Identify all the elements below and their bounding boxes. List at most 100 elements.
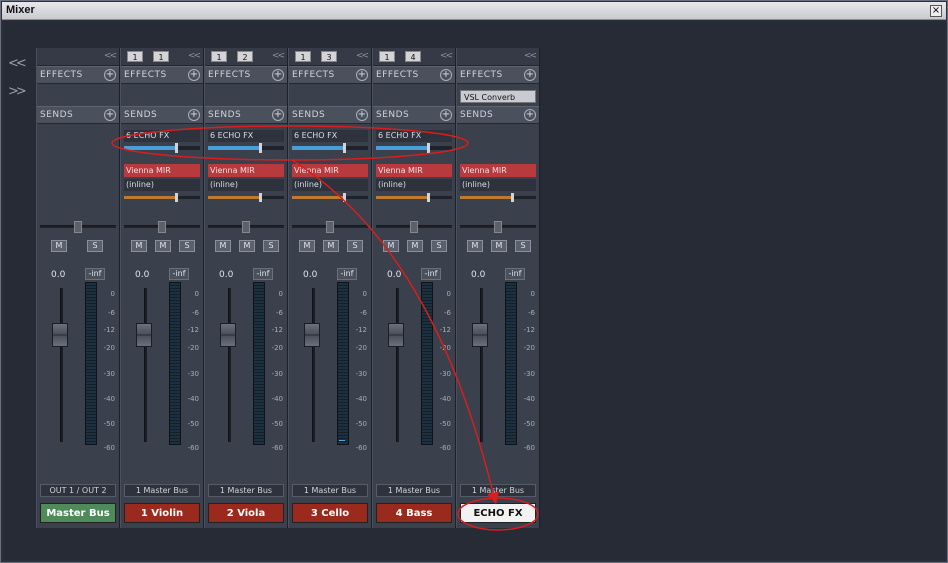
peak-value[interactable]: -inf: [421, 268, 441, 280]
send-name[interactable]: 6 ECHO FX: [376, 130, 452, 142]
scroll-left-icon[interactable]: <<: [8, 56, 30, 84]
collapse-icon[interactable]: <<: [524, 51, 537, 61]
mute-button-alt[interactable]: M: [239, 240, 255, 252]
add-effect-icon[interactable]: +: [524, 69, 536, 81]
insert-mode[interactable]: (inline): [460, 179, 536, 191]
channel-name[interactable]: 2 Viola: [208, 503, 284, 523]
volume-fader[interactable]: [388, 323, 404, 347]
collapse-icon[interactable]: <<: [188, 51, 201, 61]
volume-fader[interactable]: [304, 323, 320, 347]
insert-mode[interactable]: (inline): [376, 179, 452, 191]
collapse-icon[interactable]: <<: [104, 51, 117, 61]
solo-button[interactable]: S: [515, 240, 531, 252]
add-effect-icon[interactable]: +: [440, 69, 452, 81]
scroll-right-icon[interactable]: >>: [8, 84, 30, 112]
peak-value[interactable]: -inf: [169, 268, 189, 280]
peak-value[interactable]: -inf: [253, 268, 273, 280]
channel-name[interactable]: 4 Bass: [376, 503, 452, 523]
volume-fader-track[interactable]: [396, 288, 399, 442]
mute-button-alt[interactable]: M: [491, 240, 507, 252]
insert-mode[interactable]: (inline): [208, 179, 284, 191]
io-selector[interactable]: 1: [295, 51, 311, 62]
pan-slider[interactable]: [208, 221, 284, 233]
add-effect-icon[interactable]: +: [188, 69, 200, 81]
add-effect-icon[interactable]: +: [104, 69, 116, 81]
add-send-icon[interactable]: +: [272, 109, 284, 121]
peak-value[interactable]: -inf: [85, 268, 105, 280]
pan-slider[interactable]: [460, 221, 536, 233]
send-level-slider[interactable]: [292, 143, 368, 153]
mute-button-alt[interactable]: M: [155, 240, 171, 252]
output-selector[interactable]: 1 Master Bus: [460, 484, 536, 497]
collapse-icon[interactable]: <<: [440, 51, 453, 61]
solo-button[interactable]: S: [179, 240, 195, 252]
mute-button[interactable]: M: [131, 240, 147, 252]
volume-fader[interactable]: [472, 323, 488, 347]
solo-button[interactable]: S: [263, 240, 279, 252]
mute-button-alt[interactable]: M: [323, 240, 339, 252]
peak-value[interactable]: -inf: [505, 268, 525, 280]
insert-level-slider[interactable]: [124, 193, 200, 202]
volume-fader-track[interactable]: [228, 288, 231, 442]
channel-name[interactable]: ECHO FX: [460, 503, 536, 523]
volume-fader[interactable]: [52, 323, 68, 347]
io-selector[interactable]: 2: [237, 51, 253, 62]
channel-name[interactable]: Master Bus: [40, 503, 116, 523]
send-name[interactable]: 6 ECHO FX: [208, 130, 284, 142]
mute-button[interactable]: M: [299, 240, 315, 252]
volume-fader-track[interactable]: [312, 288, 315, 442]
add-send-icon[interactable]: +: [440, 109, 452, 121]
send-name[interactable]: 6 ECHO FX: [292, 130, 368, 142]
io-selector[interactable]: 1: [127, 51, 143, 62]
add-send-icon[interactable]: +: [356, 109, 368, 121]
add-effect-icon[interactable]: +: [356, 69, 368, 81]
insert-plugin[interactable]: Vienna MIR: [208, 164, 284, 177]
title-bar[interactable]: Mixer ×: [2, 2, 946, 20]
volume-fader[interactable]: [136, 323, 152, 347]
channel-name[interactable]: 3 Cello: [292, 503, 368, 523]
send-level-slider[interactable]: [124, 143, 200, 153]
insert-mode[interactable]: (inline): [124, 179, 200, 191]
pan-slider[interactable]: [124, 221, 200, 233]
insert-level-slider[interactable]: [208, 193, 284, 202]
mute-button-alt[interactable]: M: [407, 240, 423, 252]
solo-button[interactable]: S: [87, 240, 103, 252]
volume-fader-track[interactable]: [60, 288, 63, 442]
insert-level-slider[interactable]: [376, 193, 452, 202]
output-selector[interactable]: 1 Master Bus: [376, 484, 452, 497]
io-selector[interactable]: 1: [211, 51, 227, 62]
send-level-slider[interactable]: [376, 143, 452, 153]
insert-level-slider[interactable]: [292, 193, 368, 202]
peak-value[interactable]: -inf: [337, 268, 357, 280]
io-selector[interactable]: 1: [379, 51, 395, 62]
solo-button[interactable]: S: [347, 240, 363, 252]
solo-button[interactable]: S: [431, 240, 447, 252]
mute-button[interactable]: M: [51, 240, 67, 252]
insert-plugin[interactable]: Vienna MIR: [124, 164, 200, 177]
output-selector[interactable]: OUT 1 / OUT 2: [40, 484, 116, 497]
send-name[interactable]: 6 ECHO FX: [124, 130, 200, 142]
insert-mode[interactable]: (inline): [292, 179, 368, 191]
insert-level-slider[interactable]: [460, 193, 536, 202]
insert-plugin[interactable]: Vienna MIR: [460, 164, 536, 177]
volume-fader-track[interactable]: [144, 288, 147, 442]
pan-slider[interactable]: [376, 221, 452, 233]
io-selector[interactable]: 3: [321, 51, 337, 62]
channel-name[interactable]: 1 Violin: [124, 503, 200, 523]
effect-slot[interactable]: VSL Converb: [460, 90, 536, 103]
mute-button[interactable]: M: [383, 240, 399, 252]
add-send-icon[interactable]: +: [188, 109, 200, 121]
output-selector[interactable]: 1 Master Bus: [208, 484, 284, 497]
mute-button[interactable]: M: [467, 240, 483, 252]
io-selector[interactable]: 1: [153, 51, 169, 62]
io-selector[interactable]: 4: [405, 51, 421, 62]
volume-fader[interactable]: [220, 323, 236, 347]
insert-plugin[interactable]: Vienna MIR: [376, 164, 452, 177]
add-send-icon[interactable]: +: [104, 109, 116, 121]
output-selector[interactable]: 1 Master Bus: [292, 484, 368, 497]
volume-fader-track[interactable]: [480, 288, 483, 442]
add-send-icon[interactable]: +: [524, 109, 536, 121]
add-effect-icon[interactable]: +: [272, 69, 284, 81]
output-selector[interactable]: 1 Master Bus: [124, 484, 200, 497]
mute-button[interactable]: M: [215, 240, 231, 252]
